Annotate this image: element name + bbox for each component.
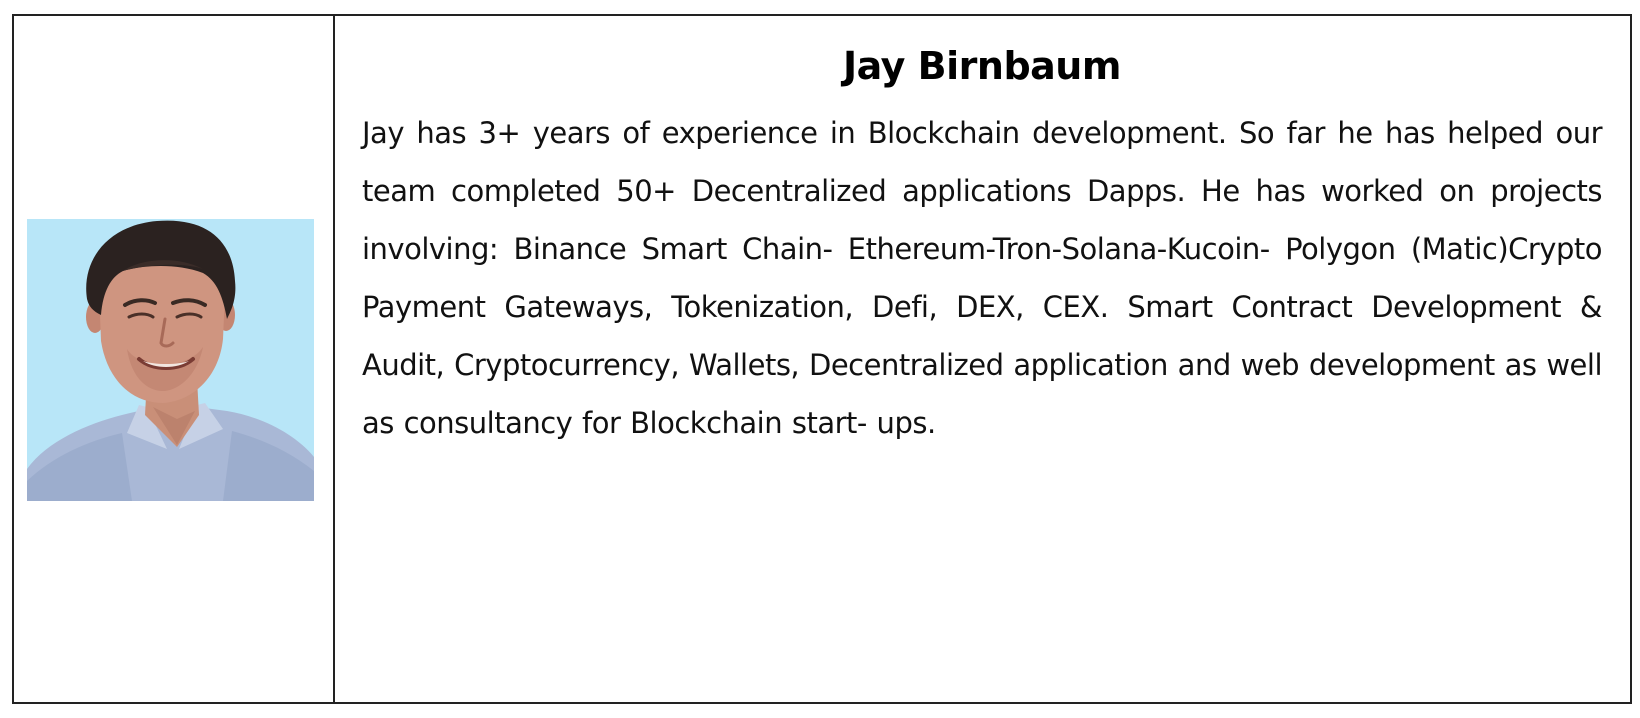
profile-photo (27, 219, 314, 501)
person-name: Jay Birnbaum (843, 44, 1121, 88)
person-bio: Jay has 3+ years of experience in Blockc… (362, 116, 1603, 440)
bio-cell: Jay Birnbaum Jay has 3+ years of experie… (335, 16, 1630, 702)
portrait-image (27, 219, 314, 501)
photo-cell (14, 16, 335, 702)
profile-card: Jay Birnbaum Jay has 3+ years of experie… (12, 14, 1632, 704)
